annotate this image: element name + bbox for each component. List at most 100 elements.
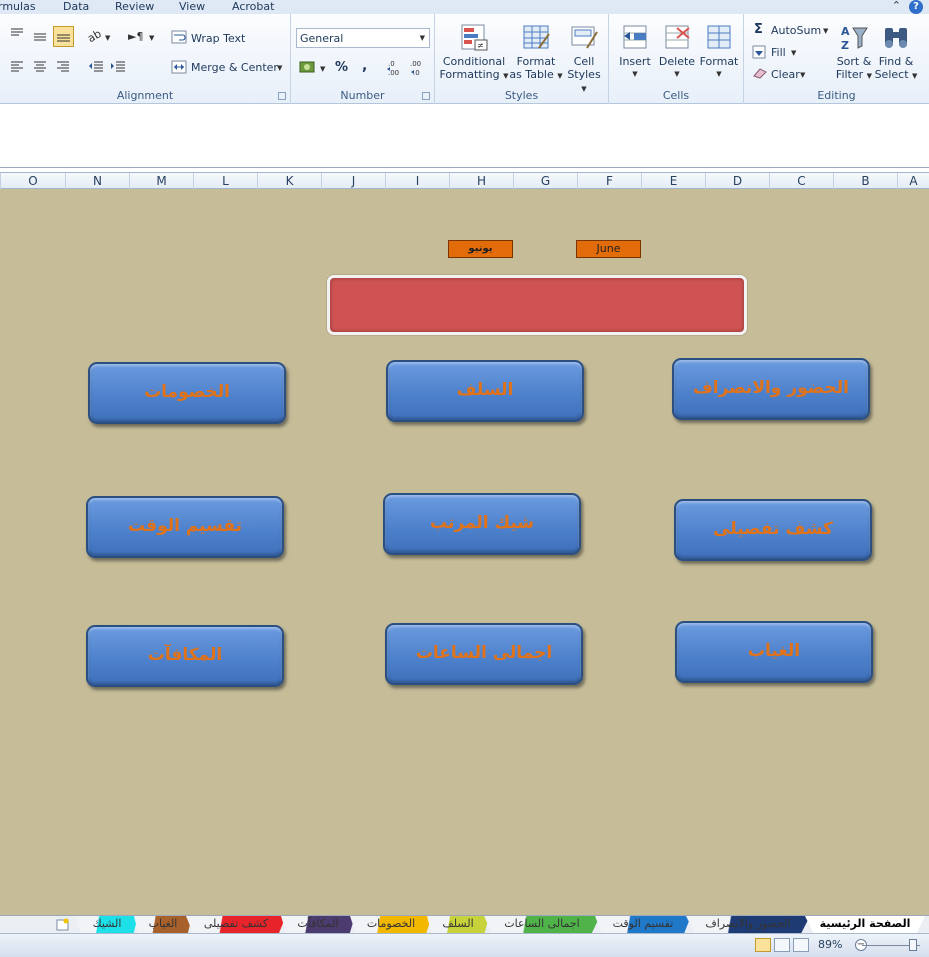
tab-data[interactable]: Data (63, 0, 89, 13)
sheet-tab-time-division[interactable]: تقسيم الوقت (595, 916, 691, 933)
tab-formulas[interactable]: rmulas (0, 0, 36, 13)
align-left-icon[interactable] (10, 61, 24, 73)
find-select-button[interactable]: Find & Select ▼ (874, 22, 918, 83)
column-header-d[interactable]: D (705, 173, 769, 189)
comma-style-button[interactable]: , (362, 58, 367, 74)
merge-dropdown-icon[interactable]: ▼ (277, 64, 282, 72)
zoom-slider-thumb[interactable] (909, 939, 917, 951)
clear-dropdown-icon[interactable]: ▼ (800, 71, 805, 79)
increase-indent-icon[interactable] (110, 61, 126, 73)
bonuses-button[interactable]: المكافآت (86, 625, 284, 687)
decrease-decimal-icon[interactable]: .00.0 (409, 58, 427, 78)
tab-view[interactable]: View (179, 0, 205, 13)
minimize-ribbon-icon[interactable]: ⌃ (892, 0, 901, 12)
month-english-cell[interactable]: June (576, 240, 641, 258)
column-header-a[interactable]: A (897, 173, 929, 189)
zoom-level[interactable]: 89% (818, 938, 842, 951)
sheet-tab-time-division-label: تقسيم الوقت (612, 917, 674, 930)
formula-bar-area[interactable] (0, 105, 929, 168)
align-top-icon[interactable] (10, 28, 24, 38)
payroll-check-button[interactable]: شيك المرتب (383, 493, 581, 555)
format-button[interactable]: Format ▼ (697, 22, 741, 81)
tab-acrobat[interactable]: Acrobat (232, 0, 274, 13)
align-middle-icon[interactable] (33, 32, 47, 42)
page-break-view-icon[interactable] (793, 938, 809, 952)
align-bottom-icon[interactable] (53, 26, 74, 47)
detailed-report-button[interactable]: كشف تفصيلى (674, 499, 872, 561)
sheet-tab-bonuses[interactable]: المكافآت (281, 916, 355, 933)
column-header-b[interactable]: B (833, 173, 897, 189)
advances-button[interactable]: السلف (386, 360, 584, 422)
page-layout-view-icon[interactable] (774, 938, 790, 952)
autosum-icon: Σ (754, 22, 763, 37)
sheet-tab-advances[interactable]: السلف (427, 916, 489, 933)
fill-dropdown-icon[interactable]: ▼ (791, 49, 796, 57)
column-header-h[interactable]: H (449, 173, 513, 189)
sheet-tab-attendance[interactable]: الحضور والانصراف (686, 916, 810, 933)
sheet-tab-detailed-report[interactable]: كشف تفصيلى (186, 916, 286, 933)
column-header-f[interactable]: F (577, 173, 641, 189)
column-header-m[interactable]: M (129, 173, 193, 189)
column-header-j[interactable]: J (321, 173, 385, 189)
insert-worksheet-icon[interactable] (56, 918, 70, 931)
sort-filter-button[interactable]: AZ Sort & Filter ▼ (832, 22, 876, 83)
alignment-launcher-icon[interactable] (278, 92, 286, 100)
worksheet-area[interactable]: يونيو June الخصومات السلف الحضور والانصر… (0, 189, 929, 915)
insert-dropdown-icon: ▼ (632, 70, 638, 78)
help-icon[interactable]: ? (909, 0, 923, 14)
insert-button[interactable]: Insert ▼ (613, 22, 657, 81)
number-format-select[interactable]: General ▼ (296, 28, 430, 48)
decrease-indent-icon[interactable] (88, 61, 104, 73)
number-launcher-icon[interactable] (422, 92, 430, 100)
sheet-tab-home[interactable]: الصفحة الرئيسية (805, 916, 925, 933)
increase-decimal-icon[interactable]: .0.00 (387, 58, 405, 78)
column-header-c[interactable]: C (769, 173, 833, 189)
orientation-icon[interactable]: ab ▼ (85, 27, 112, 45)
column-header-g[interactable]: G (513, 173, 577, 189)
wrap-text-button[interactable]: Wrap Text (191, 32, 245, 45)
fill-icon (752, 45, 766, 59)
normal-view-icon[interactable] (755, 938, 771, 952)
delete-dropdown-icon: ▼ (674, 70, 680, 78)
cell-styles-icon (569, 22, 599, 52)
absence-button[interactable]: الغياب (675, 621, 873, 683)
percent-style-button[interactable]: % (335, 60, 348, 75)
sheet-tab-attendance-label: الحضور والانصراف (705, 917, 791, 930)
total-hours-button[interactable]: اجمالى الساعات (385, 623, 583, 685)
column-header-n[interactable]: N (65, 173, 129, 189)
sheet-tab-check[interactable]: الشيك (76, 916, 138, 933)
format-as-table-button[interactable]: Format as Table ▼ (509, 22, 563, 83)
column-header-l[interactable]: L (193, 173, 257, 189)
delete-button[interactable]: Delete ▼ (655, 22, 699, 81)
sheet-tab-bonuses-label: المكافآت (297, 917, 339, 930)
month-arabic-cell[interactable]: يونيو (448, 240, 513, 258)
sheet-tab-total-hours[interactable]: اجمالى الساعات (484, 916, 600, 933)
tab-review[interactable]: Review (115, 0, 154, 13)
number-format-dropdown-icon[interactable]: ▼ (420, 34, 425, 42)
column-header-o[interactable]: O (0, 173, 65, 189)
autosum-button[interactable]: AutoSum (771, 24, 821, 37)
conditional-formatting-button[interactable]: ≠ Conditional Formatting ▼ (439, 22, 509, 83)
sheet-tab-strip: الشيك الغياب كشف تفصيلى المكافآت الخصوما… (0, 915, 929, 933)
cells-group-label: Cells (662, 89, 690, 102)
align-right-icon[interactable] (56, 61, 70, 73)
autosum-dropdown-icon[interactable]: ▼ (823, 27, 828, 35)
sheet-tab-absence[interactable]: الغياب (134, 916, 192, 933)
column-header-e[interactable]: E (641, 173, 705, 189)
column-header-k[interactable]: K (257, 173, 321, 189)
align-center-icon[interactable] (33, 61, 47, 73)
text-direction-icon[interactable]: ►¶ ▼ (128, 29, 156, 43)
styles-group: ≠ Conditional Formatting ▼ Format as Tab… (435, 14, 609, 104)
deductions-button[interactable]: الخصومات (88, 362, 286, 424)
accounting-format-icon[interactable]: ▼ (299, 60, 327, 76)
column-header-i[interactable]: I (385, 173, 449, 189)
cell-styles-button[interactable]: Cell Styles ▼ (563, 22, 605, 96)
attendance-button[interactable]: الحضور والانصراف (672, 358, 870, 420)
number-format-value: General (300, 32, 344, 45)
merge-center-button[interactable]: Merge & Center (191, 61, 278, 74)
sheet-tab-deductions[interactable]: الخصومات (350, 916, 432, 933)
clear-button[interactable]: Clear (771, 68, 800, 81)
time-division-button[interactable]: تقسيم الوقت (86, 496, 284, 558)
fill-button[interactable]: Fill (771, 46, 786, 59)
format-as-table-dropdown-icon: ▼ (557, 72, 563, 80)
